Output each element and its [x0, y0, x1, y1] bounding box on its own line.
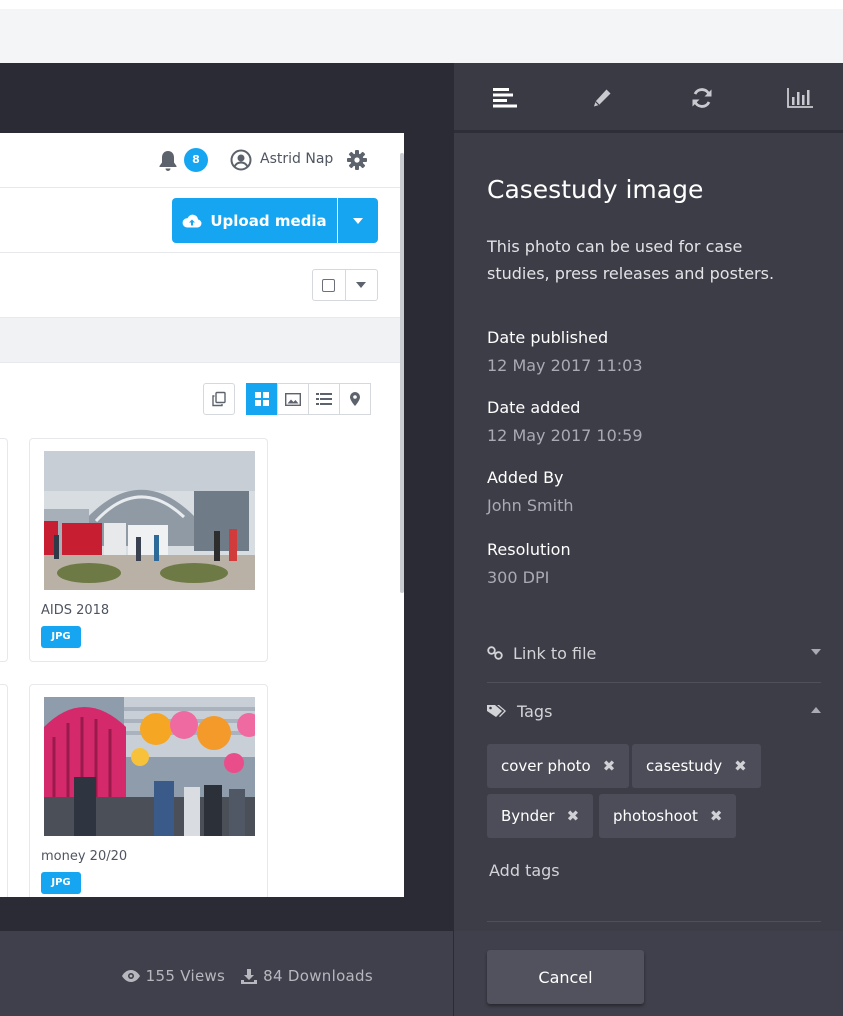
- asset-thumbnail[interactable]: [44, 697, 255, 836]
- selection-row: [0, 253, 400, 318]
- views-count: 155 Views: [145, 967, 226, 985]
- remove-tag-icon[interactable]: ✖: [734, 757, 747, 775]
- pencil-icon: [594, 89, 611, 107]
- asset-card-partial[interactable]: [0, 684, 8, 897]
- meta-label-date-published: Date published: [487, 328, 609, 347]
- asset-thumbnail[interactable]: [44, 451, 255, 590]
- meta-label-date-added: Date added: [487, 398, 581, 417]
- caret-down-icon: [353, 217, 363, 224]
- panel-tabs: [454, 63, 843, 133]
- link-icon: [487, 646, 503, 660]
- upload-media-label: Upload media: [210, 211, 327, 230]
- gear-icon[interactable]: [346, 149, 368, 171]
- refresh-icon: [692, 88, 712, 108]
- top-strip: [0, 0, 843, 63]
- stats-bar: 155 Views 84 Downloads: [0, 931, 453, 1016]
- select-options-dropdown[interactable]: [346, 270, 378, 300]
- remove-tag-icon[interactable]: ✖: [603, 757, 616, 775]
- tag-chip: photoshoot ✖: [599, 794, 737, 838]
- bell-icon[interactable]: [158, 150, 178, 172]
- asset-name[interactable]: money 20/20: [41, 849, 127, 864]
- meta-value-date-published: 12 May 2017 11:03: [487, 356, 643, 375]
- tag-chip: cover photo ✖: [487, 744, 630, 788]
- download-icon: [241, 968, 258, 984]
- file-type-badge: JPG: [41, 626, 81, 648]
- grid-icon: [255, 392, 269, 406]
- image-icon: [285, 392, 301, 406]
- meta-value-added-by: John Smith: [487, 496, 574, 515]
- file-type-badge: JPG: [41, 872, 81, 894]
- tag-chip: casestudy ✖: [632, 744, 761, 788]
- grid-view-button[interactable]: [246, 383, 278, 415]
- caret-up-icon: [811, 707, 821, 713]
- select-all-control[interactable]: [312, 269, 378, 301]
- align-left-icon: [493, 88, 517, 108]
- remove-tag-icon[interactable]: ✖: [567, 807, 580, 825]
- map-pin-icon: [350, 392, 360, 406]
- top-bar: [0, 9, 843, 63]
- view-toolbar: [203, 383, 371, 415]
- tab-details[interactable]: [490, 85, 520, 111]
- meta-label-resolution: Resolution: [487, 540, 571, 559]
- filter-bar: [0, 318, 400, 363]
- list-view-button[interactable]: [308, 383, 340, 415]
- user-avatar-icon[interactable]: [230, 149, 252, 171]
- notification-badge[interactable]: 8: [184, 148, 208, 172]
- add-tags-input[interactable]: Add tags: [489, 861, 560, 880]
- meta-value-date-added: 12 May 2017 10:59: [487, 426, 643, 445]
- tags-label: Tags: [517, 701, 553, 721]
- downloads-count: 84 Downloads: [263, 967, 373, 985]
- link-to-file-toggle[interactable]: Link to file: [487, 630, 821, 676]
- link-to-file-label: Link to file: [513, 643, 597, 663]
- asset-description: This photo can be used for case studies,…: [487, 237, 775, 283]
- meta-label-added-by: Added By: [487, 468, 564, 487]
- bar-chart-icon: [787, 88, 813, 108]
- remove-tag-icon[interactable]: ✖: [710, 807, 723, 825]
- tag-label: cover photo: [501, 757, 591, 775]
- cancel-button[interactable]: Cancel: [487, 950, 644, 1004]
- divider: [487, 682, 821, 683]
- image-view-button[interactable]: [277, 383, 309, 415]
- tab-versions[interactable]: [687, 85, 717, 111]
- tags-icon: [487, 705, 506, 717]
- copy-view-button[interactable]: [203, 383, 235, 415]
- app-preview: 8 Astrid Nap Upload media AIDS 2018 JPG …: [0, 133, 404, 897]
- tab-analytics[interactable]: [785, 85, 815, 111]
- list-icon: [316, 393, 332, 405]
- caret-down-icon: [356, 282, 367, 288]
- asset-details-panel: Casestudy image This photo can be used f…: [453, 63, 843, 1016]
- meta-value-resolution: 300 DPI: [487, 568, 550, 587]
- eye-icon: [121, 970, 140, 982]
- divider: [487, 921, 821, 922]
- upload-row: Upload media: [0, 188, 400, 253]
- tag-label: photoshoot: [613, 807, 698, 825]
- upload-media-button[interactable]: Upload media: [172, 198, 337, 243]
- upload-options-button[interactable]: [338, 198, 378, 243]
- asset-card[interactable]: money 20/20 JPG: [29, 684, 268, 897]
- asset-name[interactable]: AIDS 2018: [41, 603, 109, 618]
- app-header: 8 Astrid Nap: [0, 133, 400, 188]
- copy-icon: [212, 391, 226, 407]
- select-all-checkbox[interactable]: [313, 270, 346, 300]
- tags-toggle[interactable]: Tags: [487, 688, 821, 734]
- cloud-upload-icon: [182, 214, 202, 227]
- map-view-button[interactable]: [339, 383, 371, 415]
- tag-chip: Bynder ✖: [487, 794, 594, 838]
- asset-card[interactable]: AIDS 2018 JPG: [29, 438, 268, 662]
- asset-title: Casestudy image: [487, 175, 704, 204]
- asset-stats: 155 Views 84 Downloads: [121, 967, 373, 985]
- tag-label: Bynder: [501, 807, 555, 825]
- panel-footer: Cancel: [454, 931, 843, 1016]
- user-name[interactable]: Astrid Nap: [260, 151, 333, 167]
- asset-card-partial[interactable]: [0, 438, 8, 662]
- caret-down-icon: [811, 649, 821, 655]
- tag-label: casestudy: [646, 757, 723, 775]
- app-scrollbar[interactable]: [400, 153, 404, 593]
- tab-edit[interactable]: [587, 85, 617, 111]
